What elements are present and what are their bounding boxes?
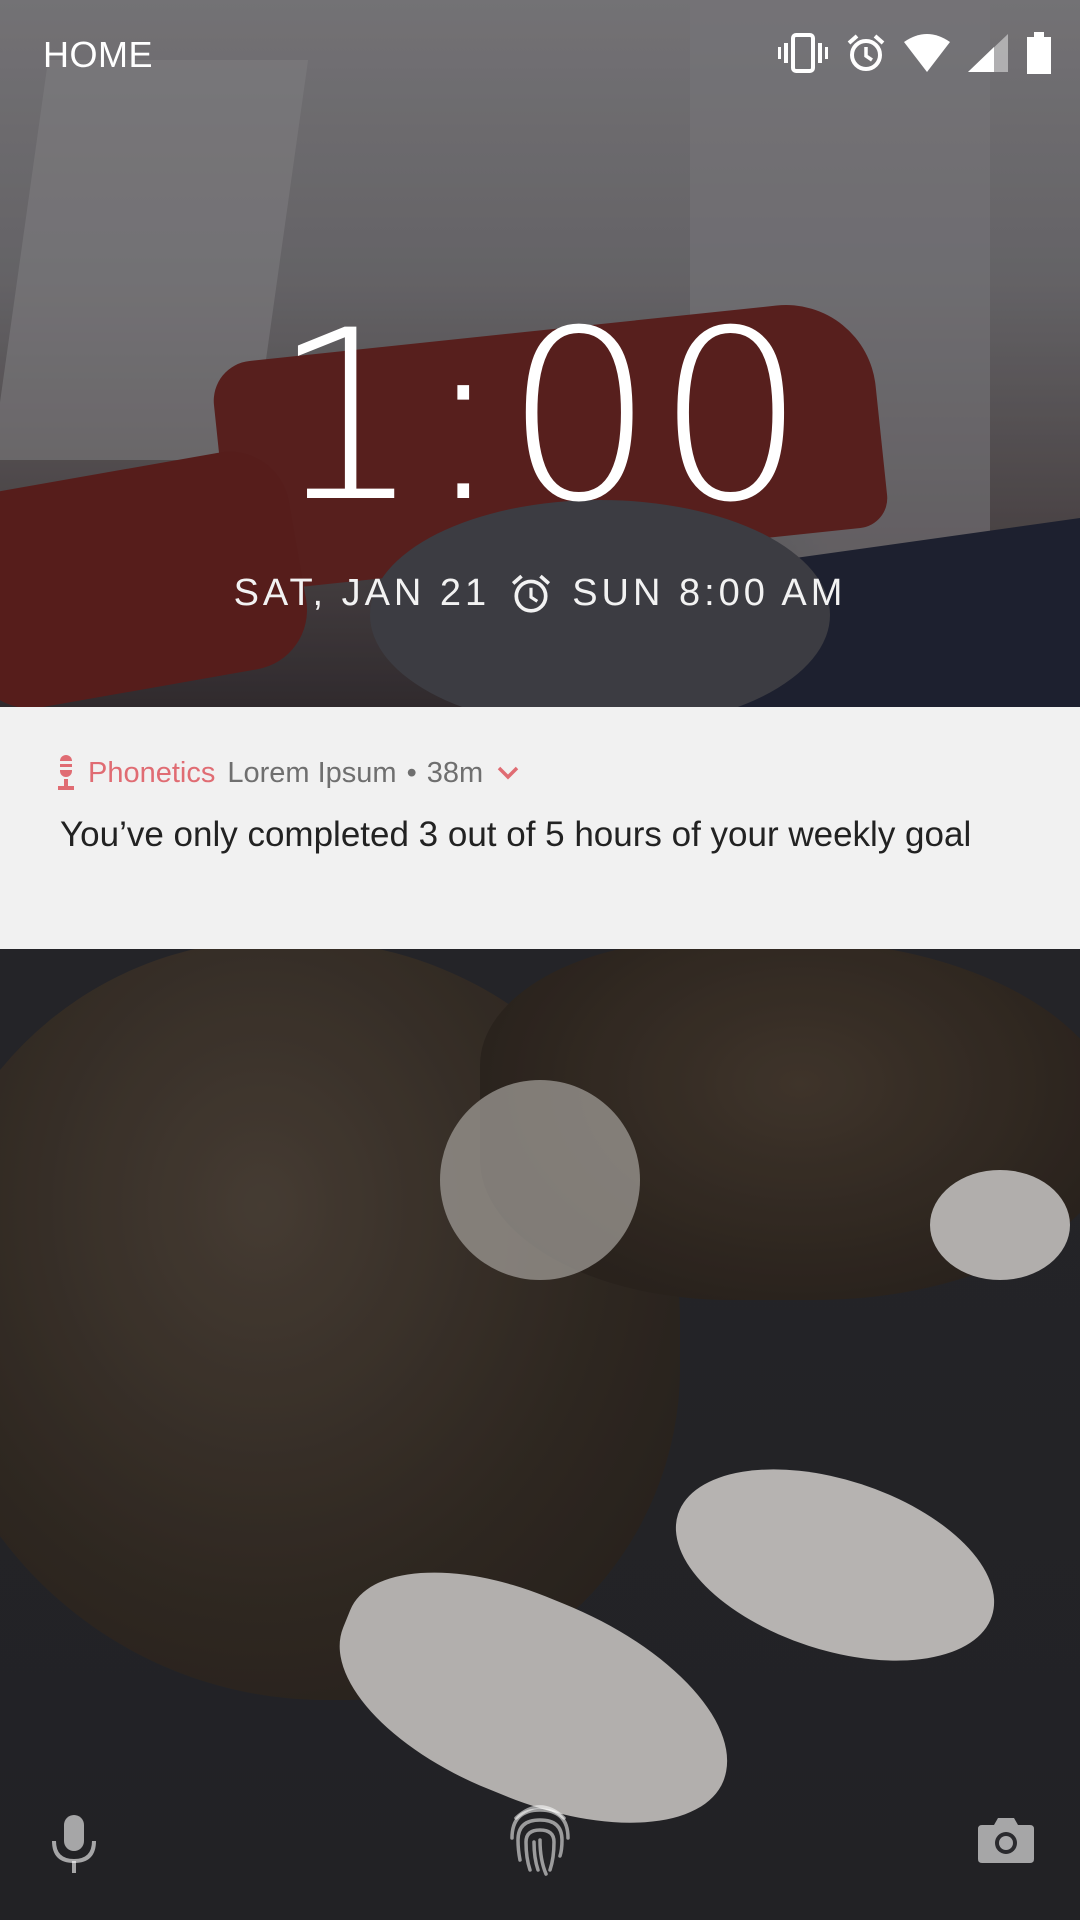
notification-subtext: Lorem Ipsum bbox=[227, 756, 397, 789]
mic-icon[interactable] bbox=[50, 1815, 98, 1873]
cell-signal-icon bbox=[968, 34, 1008, 72]
chevron-down-icon[interactable] bbox=[497, 766, 519, 780]
fingerprint-icon[interactable] bbox=[508, 1800, 572, 1876]
microphone-icon bbox=[56, 755, 76, 790]
notification-app-name: Phonetics bbox=[88, 756, 216, 789]
date-alarm-line: SAT, JAN 21 SUN 8:00 AM bbox=[0, 572, 1080, 615]
next-alarm-text: SUN 8:00 AM bbox=[572, 572, 847, 614]
wifi-icon bbox=[904, 34, 950, 72]
notification-card[interactable]: Phonetics Lorem Ipsum • 38m You’ve only … bbox=[0, 707, 1080, 949]
date-text: SAT, JAN 21 bbox=[233, 572, 491, 614]
status-icons bbox=[778, 28, 1052, 78]
camera-icon[interactable] bbox=[978, 1815, 1034, 1863]
battery-icon bbox=[1027, 32, 1051, 74]
status-bar: HOME bbox=[0, 0, 1080, 108]
carrier-label: HOME bbox=[43, 34, 153, 75]
notification-message: You’ve only completed 3 out of 5 hours o… bbox=[60, 815, 972, 854]
vibrate-icon bbox=[778, 33, 828, 73]
separator-dot: • bbox=[406, 756, 417, 789]
alarm-clock-icon bbox=[512, 574, 551, 613]
notification-header: Phonetics Lorem Ipsum • 38m bbox=[56, 755, 519, 791]
notification-time: 38m bbox=[426, 756, 484, 789]
lock-screen-clock: 1:00 bbox=[272, 281, 808, 554]
alarm-icon bbox=[847, 34, 885, 71]
